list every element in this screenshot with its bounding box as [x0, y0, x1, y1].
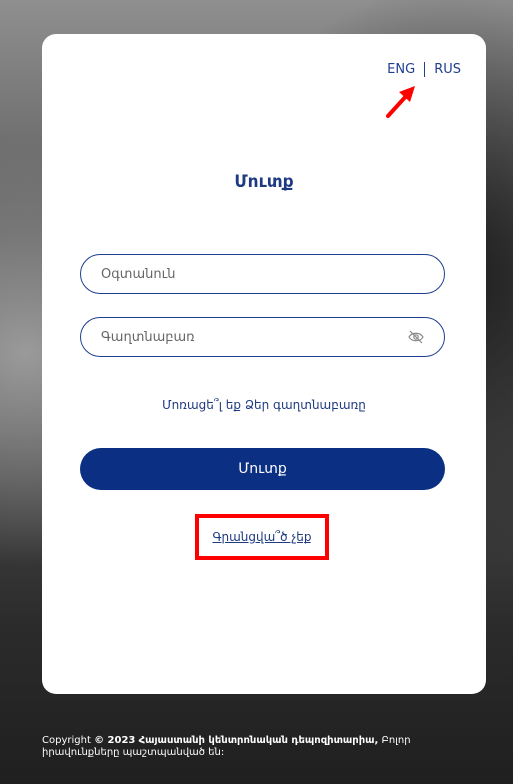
password-input[interactable] — [99, 328, 406, 346]
language-switcher: ENG RUS — [387, 62, 461, 77]
lang-separator — [424, 62, 426, 77]
footer-copyright: Copyright — [42, 735, 91, 746]
password-field[interactable] — [80, 317, 445, 357]
red-arrow-annotation — [386, 86, 415, 118]
login-title: Մուտք — [234, 172, 294, 192]
lang-rus-link[interactable]: RUS — [434, 62, 461, 77]
footer-org: Հայաստանի կենտրոնական դեպոզիտարիա, — [138, 735, 379, 746]
login-card: ENG RUS Մուտք Մոռացե՞լ եք Ձեր գաղտնաբառը… — [42, 34, 486, 694]
register-link[interactable]: Գրանցվա՞ծ չեք — [212, 530, 311, 544]
footer-year: © 2023 — [94, 735, 136, 746]
register-highlight-box: Գրանցվա՞ծ չեք — [195, 514, 329, 560]
footer: Copyright © 2023 Հայաստանի կենտրոնական դ… — [42, 735, 482, 759]
eye-off-icon[interactable] — [406, 327, 426, 347]
forgot-password-link[interactable]: Մոռացե՞լ եք Ձեր գաղտնաբառը — [42, 398, 486, 412]
lang-eng-link[interactable]: ENG — [387, 62, 415, 77]
login-button[interactable]: Մուտք — [80, 448, 445, 490]
username-field[interactable] — [80, 254, 445, 294]
username-input[interactable] — [99, 265, 426, 283]
